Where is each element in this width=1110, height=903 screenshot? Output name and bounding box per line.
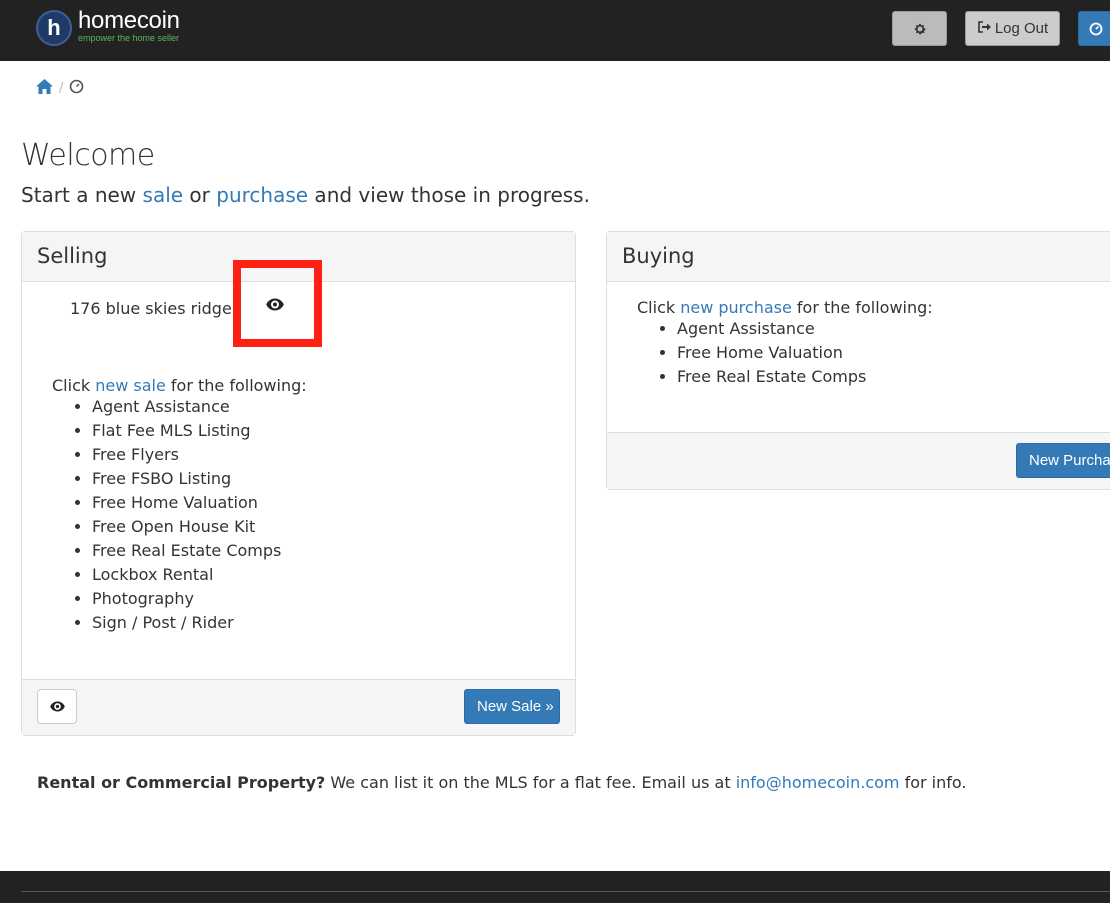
brand-name: homecoin: [78, 7, 180, 34]
buying-feature-list: Agent Assistance Free Home Valuation Fre…: [637, 317, 933, 389]
list-item: Free Home Valuation: [92, 491, 307, 515]
breadcrumb-separator: /: [59, 80, 64, 96]
new-purchase-link[interactable]: new purchase: [680, 298, 792, 317]
list-item: Free Flyers: [92, 443, 307, 467]
page-footer: [0, 871, 1110, 903]
gear-icon: [914, 23, 926, 34]
settings-button[interactable]: [892, 11, 947, 46]
list-item: Flat Fee MLS Listing: [92, 419, 307, 443]
list-item: Free Real Estate Comps: [92, 539, 307, 563]
list-item: Lockbox Rental: [92, 563, 307, 587]
sign-out-icon: [977, 20, 992, 37]
dashboard-button[interactable]: [1078, 11, 1110, 46]
buying-intro: Click new purchase for the following:: [637, 298, 933, 317]
breadcrumb-current: [69, 79, 84, 98]
buying-panel: Buying Click new purchase for the follow…: [606, 231, 1110, 490]
selling-features: Click new sale for the following: Agent …: [52, 376, 307, 635]
brand-logo[interactable]: h homecoin empower the home seller: [36, 8, 180, 48]
buying-intro-suffix: for the following:: [791, 298, 933, 317]
breadcrumb-home[interactable]: [36, 78, 53, 98]
buying-footer: New Purchase »: [607, 432, 1110, 489]
new-purchase-button[interactable]: New Purchase »: [1016, 443, 1110, 478]
breadcrumb: /: [36, 78, 84, 98]
list-item: Free Open House Kit: [92, 515, 307, 539]
list-item: Free Home Valuation: [677, 341, 933, 365]
selling-footer: New Sale »: [22, 679, 575, 735]
list-item: Sign / Post / Rider: [92, 611, 307, 635]
dashboard-icon: [70, 79, 84, 93]
list-item: Free Real Estate Comps: [677, 365, 933, 389]
selling-intro-suffix: for the following:: [165, 376, 307, 395]
eye-icon: [49, 701, 65, 712]
lead-prefix: Start a new: [21, 183, 143, 207]
list-item: Free FSBO Listing: [92, 467, 307, 491]
buying-intro-prefix: Click: [637, 298, 681, 317]
lead-suffix: and view those in progress.: [308, 183, 590, 207]
list-item: Agent Assistance: [677, 317, 933, 341]
lead-sale-link[interactable]: sale: [143, 183, 184, 207]
logout-button[interactable]: Log Out: [965, 11, 1060, 46]
page-title: Welcome: [21, 138, 155, 173]
logout-label: Log Out: [994, 20, 1049, 37]
eye-icon: [266, 298, 284, 311]
selling-intro: Click new sale for the following:: [52, 376, 307, 395]
selling-feature-list: Agent Assistance Flat Fee MLS Listing Fr…: [52, 395, 307, 635]
property-address: 176 blue skies ridge: [70, 299, 232, 318]
rental-note: Rental or Commercial Property? We can li…: [37, 773, 966, 792]
rental-text: We can list it on the MLS for a flat fee…: [325, 773, 736, 792]
buying-features: Click new purchase for the following: Ag…: [637, 298, 933, 389]
email-link[interactable]: info@homecoin.com: [736, 773, 900, 792]
brand-text: homecoin empower the home seller: [78, 7, 180, 44]
lead-purchase-link[interactable]: purchase: [216, 183, 308, 207]
home-icon: [36, 78, 53, 94]
lead-or: or: [183, 183, 217, 207]
rental-suffix: for info.: [899, 773, 967, 792]
selling-intro-prefix: Click: [52, 376, 96, 395]
list-item: Agent Assistance: [92, 395, 307, 419]
dashboard-icon: [1089, 22, 1103, 35]
view-property-button[interactable]: [266, 296, 284, 315]
list-item: Photography: [92, 587, 307, 611]
view-all-sales-button[interactable]: [37, 689, 77, 724]
page-lead: Start a new sale or purchase and view th…: [21, 183, 590, 207]
buying-heading: Buying: [607, 232, 1110, 282]
brand-tagline: empower the home seller: [78, 33, 180, 43]
new-sale-link[interactable]: new sale: [95, 376, 166, 395]
new-sale-button[interactable]: New Sale »: [464, 689, 560, 724]
rental-bold: Rental or Commercial Property?: [37, 773, 326, 792]
selling-panel: Selling 176 blue skies ridge Click new s…: [21, 231, 576, 736]
footer-divider: [21, 891, 1110, 892]
logo-mark: h: [36, 10, 72, 46]
top-navbar: h homecoin empower the home seller Log O…: [0, 0, 1110, 61]
